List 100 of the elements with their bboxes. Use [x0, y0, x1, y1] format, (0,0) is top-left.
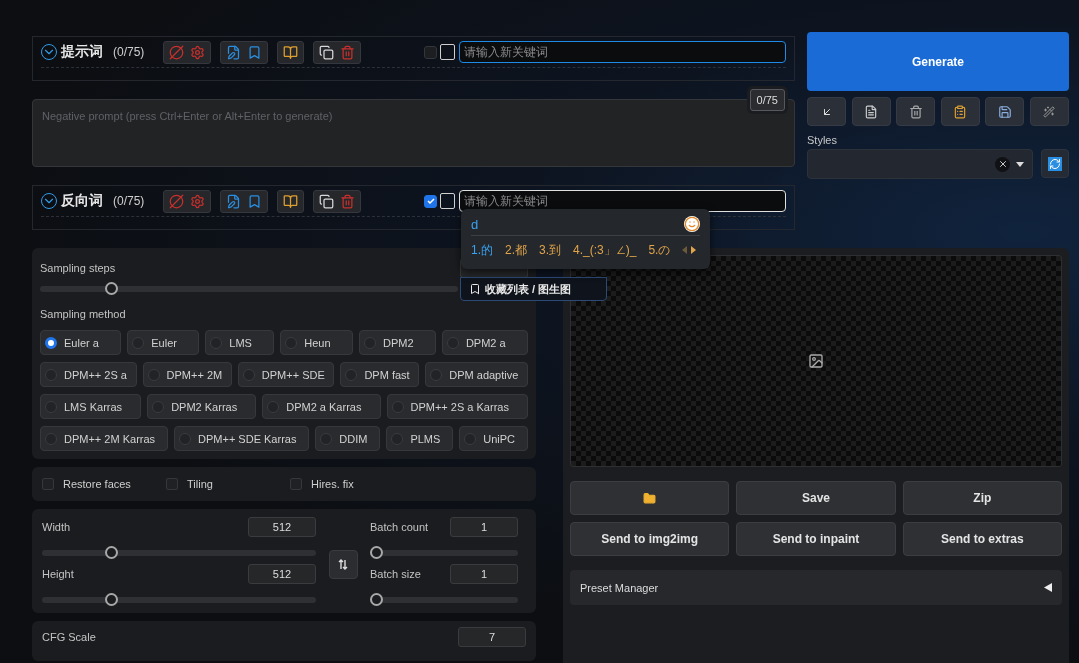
- batch-size-label: Batch size: [370, 568, 421, 580]
- batch-count-input[interactable]: 1: [450, 517, 518, 537]
- width-input[interactable]: 512: [248, 517, 316, 537]
- swap-button[interactable]: [328, 549, 358, 579]
- folder-icon: [643, 491, 657, 505]
- swap-icon: [338, 558, 348, 570]
- clear-button[interactable]: [995, 156, 1010, 172]
- sampler-option[interactable]: LMS Karras: [40, 394, 142, 419]
- sampler-option[interactable]: UniPC: [459, 426, 528, 451]
- tooltip-text: 收藏列表 / 图生图: [485, 281, 572, 297]
- output-button[interactable]: Save: [736, 481, 896, 515]
- slider-thumb[interactable]: [370, 546, 383, 559]
- file-edit-icon[interactable]: [226, 44, 241, 60]
- prompt-title: 反向词: [61, 192, 103, 210]
- clipboard-button[interactable]: [940, 97, 980, 126]
- sampler-option[interactable]: Euler a: [40, 330, 122, 355]
- smiley-icon: [684, 216, 700, 232]
- document-icon: [864, 104, 879, 119]
- sampler-option[interactable]: Heun: [280, 330, 353, 355]
- bracket-icon[interactable]: [440, 44, 455, 60]
- output-button[interactable]: Zip: [902, 481, 1062, 515]
- sampler-option[interactable]: DPM++ 2M Karras: [40, 426, 168, 451]
- document-button[interactable]: [851, 97, 891, 126]
- sampler-option[interactable]: DPM++ SDE: [237, 362, 335, 387]
- option-checkbox[interactable]: Restore faces: [42, 478, 166, 490]
- ime-candidate[interactable]: 5.の: [648, 241, 671, 259]
- checkbox[interactable]: [424, 194, 437, 208]
- token-counter: 0/75: [749, 89, 785, 111]
- copy-icon[interactable]: [319, 193, 334, 209]
- generate-button[interactable]: Generate: [807, 32, 1069, 91]
- cfg-label: CFG Scale: [42, 631, 96, 643]
- preset-label: Preset Manager: [580, 581, 659, 594]
- checkbox[interactable]: [424, 45, 437, 59]
- steps-label: Sampling steps: [40, 262, 116, 274]
- output-button[interactable]: Send to inpaint: [736, 522, 896, 556]
- sampler-option[interactable]: DDIM: [315, 426, 381, 451]
- close-icon: [997, 159, 1008, 169]
- prompt-title: 提示词: [61, 43, 103, 61]
- output-button[interactable]: Send to img2img: [570, 522, 730, 556]
- ime-candidate[interactable]: 4._(:3」∠)_: [573, 241, 637, 259]
- cfg-input[interactable]: 7: [458, 627, 526, 647]
- height-label: Height: [42, 568, 74, 580]
- styles-label: Styles: [807, 134, 838, 146]
- height-input[interactable]: 512: [248, 564, 316, 584]
- preset-manager[interactable]: Preset Manager: [570, 570, 1062, 605]
- sampler-option[interactable]: Euler: [127, 330, 200, 355]
- sampler-option[interactable]: DPM fast: [340, 362, 420, 387]
- sampler-option[interactable]: DPM2 a: [441, 330, 529, 355]
- sampler-option[interactable]: DPM++ 2S a: [40, 362, 137, 387]
- clipboard-icon: [953, 104, 968, 119]
- ime-candidate[interactable]: 2.都: [505, 241, 528, 259]
- slashed-circle-icon[interactable]: [169, 44, 184, 60]
- refresh-icon: [1048, 156, 1062, 171]
- bookmark-icon[interactable]: [247, 193, 262, 209]
- image-icon: [808, 353, 824, 369]
- book-icon[interactable]: [283, 44, 298, 60]
- settings-icon[interactable]: [190, 44, 205, 60]
- refresh-button[interactable]: [1041, 149, 1069, 178]
- magic-wand-icon: [1043, 105, 1056, 118]
- ime-candidate[interactable]: 1.的: [471, 241, 493, 259]
- sampler-option[interactable]: DPM++ 2S a Karras: [386, 394, 528, 419]
- folder-button[interactable]: [570, 481, 730, 515]
- option-checkbox[interactable]: Hires. fix: [290, 478, 414, 490]
- ime-candidate[interactable]: 3.到: [539, 241, 562, 259]
- width-label: Width: [42, 521, 71, 533]
- slashed-circle-icon[interactable]: [169, 193, 184, 209]
- delete-icon[interactable]: [340, 193, 355, 209]
- sampler-option[interactable]: LMS: [205, 330, 275, 355]
- book-icon[interactable]: [283, 193, 298, 209]
- slider-thumb[interactable]: [104, 546, 118, 559]
- save-button[interactable]: [985, 97, 1025, 126]
- sampler-option[interactable]: DPM2: [358, 330, 436, 355]
- slider-thumb[interactable]: [104, 593, 118, 606]
- copy-icon[interactable]: [319, 44, 334, 60]
- batch-size-input[interactable]: 1: [450, 564, 518, 584]
- sampler-option[interactable]: DPM2 Karras: [147, 394, 257, 419]
- slider-thumb[interactable]: [370, 593, 383, 606]
- slider-thumb[interactable]: [104, 282, 118, 295]
- sampler-option[interactable]: PLMS: [386, 426, 454, 451]
- settings-icon[interactable]: [190, 193, 205, 209]
- page-arrows-icon[interactable]: [682, 246, 697, 254]
- bookmark-icon: [469, 283, 481, 295]
- option-checkbox[interactable]: Tiling: [166, 478, 290, 490]
- file-edit-icon[interactable]: [226, 193, 241, 209]
- sampler-option[interactable]: DPM++ SDE Karras: [174, 426, 310, 451]
- keyword-input[interactable]: 请输入新关键词: [459, 41, 786, 63]
- output-button[interactable]: Send to extras: [902, 522, 1062, 556]
- sampler-option[interactable]: DPM++ 2M: [142, 362, 232, 387]
- token-count: (0/75): [113, 45, 146, 59]
- magic-wand-button[interactable]: [1029, 97, 1069, 126]
- caret-icon: [1016, 161, 1024, 167]
- trash-button[interactable]: [896, 97, 936, 126]
- delete-icon[interactable]: [340, 44, 355, 60]
- bookmark-icon[interactable]: [247, 44, 262, 60]
- sampler-option[interactable]: DPM2 a Karras: [262, 394, 381, 419]
- bracket-icon[interactable]: [440, 193, 455, 209]
- sampler-option[interactable]: DPM adaptive: [425, 362, 528, 387]
- token-count: (0/75): [113, 194, 146, 208]
- method-label: Sampling method: [40, 308, 126, 320]
- ime-typed-text: d: [471, 216, 479, 232]
